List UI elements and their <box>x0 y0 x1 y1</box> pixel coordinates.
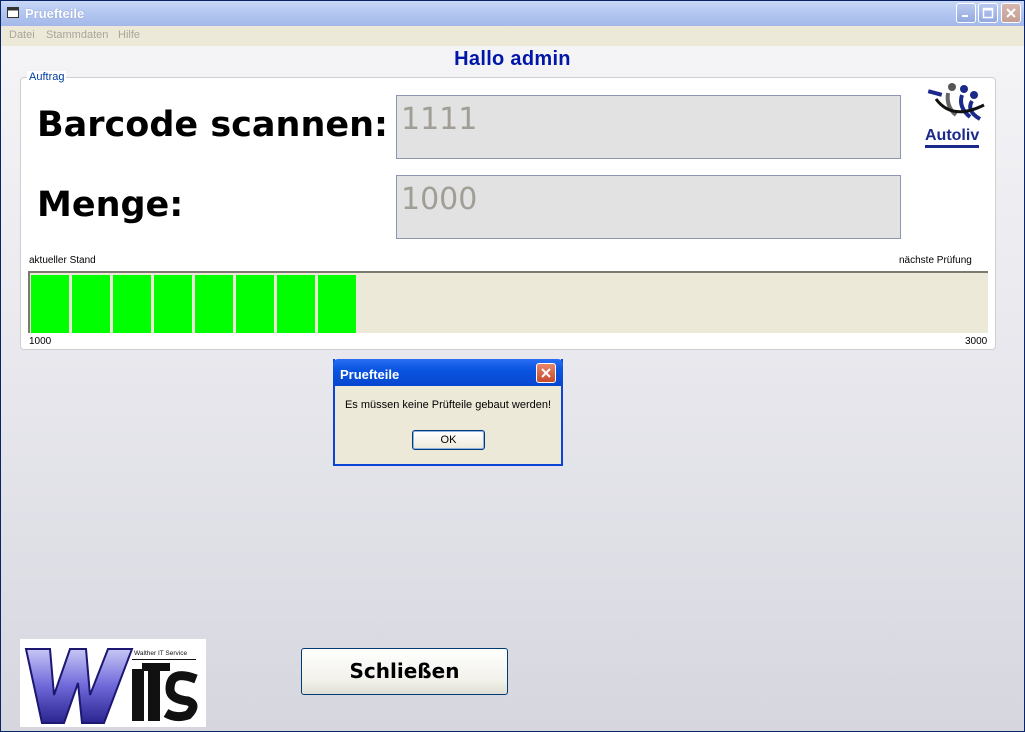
main-window: Pruefteile Datei Stammdaten Hilfe Hallo … <box>0 0 1025 732</box>
menge-input[interactable]: 1000 <box>396 175 901 239</box>
greeting-heading: Hallo admin <box>454 48 571 70</box>
progress-max-label: 3000 <box>965 336 988 347</box>
title-bar[interactable]: Pruefteile <box>1 1 1024 26</box>
autoliv-logo-text: Autoliv <box>925 127 980 148</box>
menu-datei[interactable]: Datei <box>9 29 35 41</box>
autoliv-emblem-icon <box>927 83 985 121</box>
autoliv-logo: Autoliv <box>922 81 996 151</box>
progress-segment <box>72 275 110 333</box>
progress-min-label: 1000 <box>29 336 52 347</box>
wits-logo: Walther IT Service <box>20 639 206 727</box>
menge-label: Menge: <box>37 185 184 225</box>
group-label: Auftrag <box>27 71 67 83</box>
progress-segment <box>236 275 274 333</box>
close-window-button[interactable] <box>1001 3 1021 23</box>
barcode-input[interactable]: 1111 <box>396 95 901 159</box>
maximize-icon <box>982 7 994 19</box>
progress-segment <box>318 275 356 333</box>
close-icon <box>541 368 551 378</box>
progress-segment <box>113 275 151 333</box>
dialog-close-button[interactable] <box>536 363 556 383</box>
window-title: Pruefteile <box>25 6 85 21</box>
next-check-label: nächste Prüfung <box>899 255 972 266</box>
close-icon <box>1006 8 1016 18</box>
dialog-title-bar[interactable]: Pruefteile <box>333 359 563 386</box>
dialog-title: Pruefteile <box>340 367 400 382</box>
wits-logo-text: Walther IT Service <box>134 650 188 657</box>
progress-segment <box>154 275 192 333</box>
progress-segment <box>31 275 69 333</box>
dialog-message: Es müssen keine Prüfteile gebaut werden! <box>344 399 552 411</box>
progress-segment <box>277 275 315 333</box>
progress-segment <box>195 275 233 333</box>
minimize-button[interactable] <box>956 3 976 23</box>
minimize-icon <box>962 15 968 17</box>
wits-logo-rule <box>132 659 196 660</box>
message-dialog: Pruefteile Es müssen keine Prüfteile geb… <box>333 359 563 466</box>
maximize-button[interactable] <box>978 3 998 23</box>
close-button[interactable]: Schließen <box>301 648 508 695</box>
ok-button[interactable]: OK <box>412 430 485 450</box>
app-window-icon <box>7 7 19 18</box>
current-status-label: aktueller Stand <box>29 255 96 266</box>
menu-hilfe[interactable]: Hilfe <box>118 29 140 41</box>
barcode-label: Barcode scannen: <box>37 105 389 145</box>
progress-bar <box>28 271 988 333</box>
menu-bar: Datei Stammdaten Hilfe <box>1 26 1024 46</box>
menu-stammdaten[interactable]: Stammdaten <box>46 29 108 41</box>
